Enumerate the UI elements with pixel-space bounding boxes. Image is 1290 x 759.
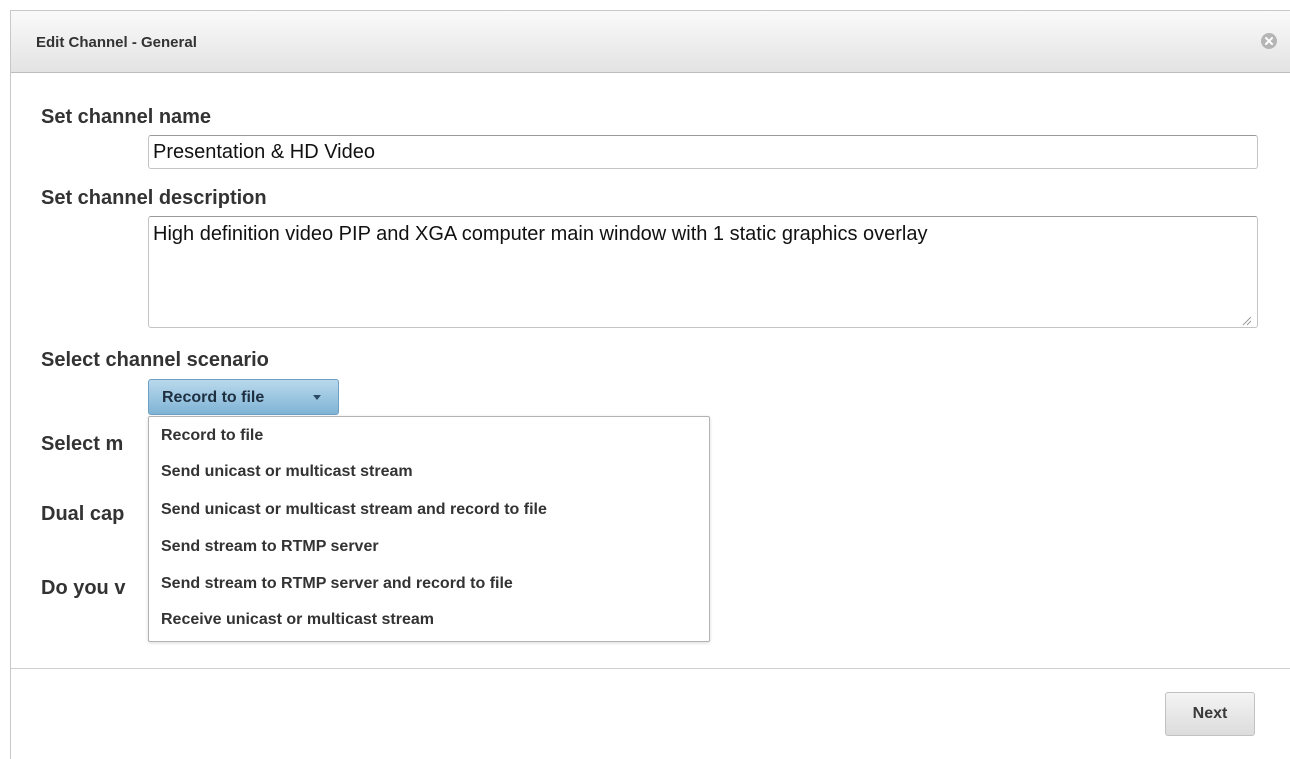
dual-cap-label: Dual cap bbox=[41, 503, 125, 525]
chevron-down-icon bbox=[313, 395, 321, 400]
close-icon[interactable] bbox=[1261, 33, 1277, 49]
dropdown-option[interactable]: Send stream to RTMP server and record to… bbox=[161, 575, 513, 593]
do-you-label: Do you v bbox=[41, 577, 126, 599]
dialog-titlebar: Edit Channel - General bbox=[11, 11, 1290, 73]
dropdown-option[interactable]: Record to file bbox=[161, 427, 263, 445]
scenario-dropdown-menu: Record to file Send unicast or multicast… bbox=[148, 416, 710, 642]
select-m-label: Select m bbox=[41, 433, 124, 455]
channel-name-label: Set channel name bbox=[41, 106, 212, 128]
next-button[interactable]: Next bbox=[1165, 692, 1255, 736]
edit-channel-dialog: Edit Channel - General Set channel name … bbox=[10, 10, 1290, 759]
channel-description-textarea[interactable]: High definition video PIP and XGA comput… bbox=[148, 216, 1258, 328]
channel-scenario-label: Select channel scenario bbox=[41, 349, 269, 371]
dropdown-option[interactable]: Send stream to RTMP server bbox=[161, 538, 379, 556]
scenario-selected-value: Record to file bbox=[162, 389, 265, 406]
dialog-title: Edit Channel - General bbox=[36, 34, 197, 51]
scenario-select-button[interactable]: Record to file bbox=[148, 379, 339, 415]
resize-grip-icon[interactable] bbox=[1240, 313, 1252, 326]
footer-divider bbox=[11, 668, 1290, 669]
dropdown-option[interactable]: Receive unicast or multicast stream bbox=[161, 611, 434, 629]
dropdown-option[interactable]: Send unicast or multicast stream and rec… bbox=[161, 501, 547, 519]
channel-description-label: Set channel description bbox=[41, 187, 267, 209]
dropdown-option[interactable]: Send unicast or multicast stream bbox=[161, 463, 413, 481]
channel-name-input[interactable] bbox=[148, 135, 1258, 169]
